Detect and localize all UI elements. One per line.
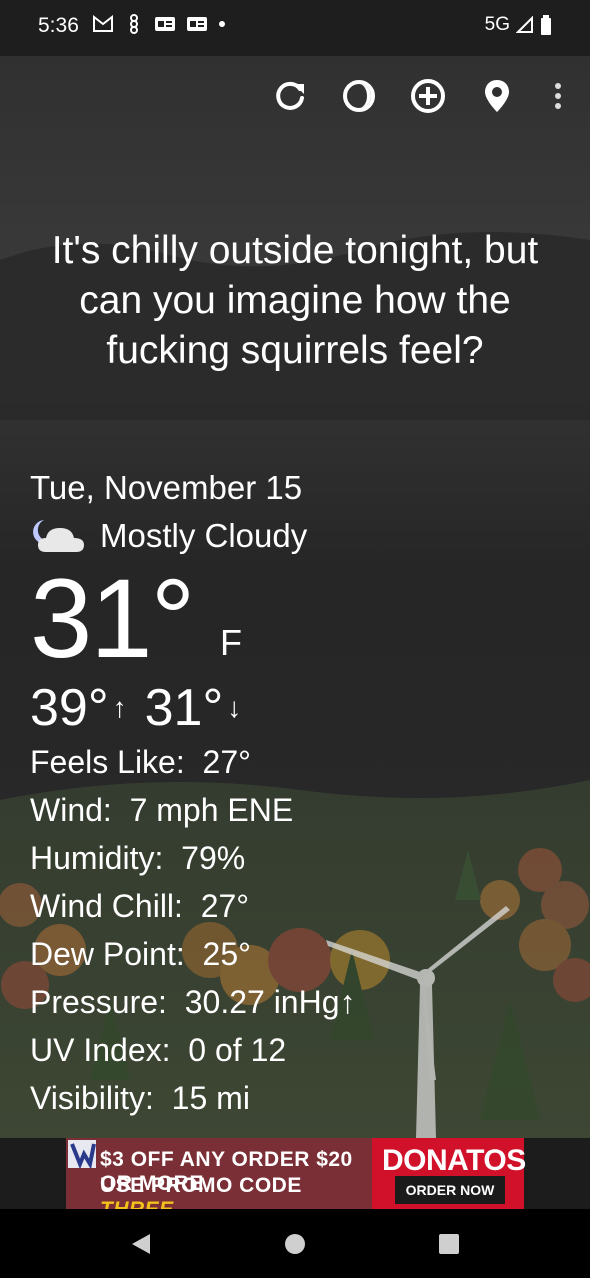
theme-button[interactable] xyxy=(339,76,379,116)
notification-icons xyxy=(92,14,226,34)
detail-value: 0 of 12 xyxy=(188,1032,287,1068)
high-low-row: 39° ↑ 31° ↓ xyxy=(30,678,570,738)
current-temperature: 31° xyxy=(30,556,195,681)
detail-value: 15 mi xyxy=(171,1080,250,1116)
weather-details: Feels Like: 27° Wind: 7 mph ENE Humidity… xyxy=(30,738,570,1122)
ad-offer[interactable]: $3 OFF ANY ORDER $20 OR MORE USE PROMO C… xyxy=(66,1138,372,1221)
system-navigation-bar xyxy=(0,1209,590,1278)
refresh-icon xyxy=(276,81,304,110)
mostly-cloudy-night-icon xyxy=(33,520,84,552)
ad-order-now-button[interactable]: ORDER NOW xyxy=(395,1176,505,1204)
gmail-icon xyxy=(93,15,113,32)
status-right: 5G xyxy=(485,14,552,36)
low-temperature: 31° xyxy=(144,679,224,737)
arrow-down-icon: ↓ xyxy=(227,692,242,723)
detail-value: 25° xyxy=(202,936,251,972)
location-button[interactable] xyxy=(477,76,517,116)
high-temperature: 39° xyxy=(30,679,109,737)
news-icon xyxy=(155,17,175,31)
detail-value: 79% xyxy=(181,840,246,876)
location-pin-icon xyxy=(485,80,509,112)
pinwheel-icon xyxy=(130,14,138,34)
news-icon-2 xyxy=(187,17,207,31)
status-time: 5:36 xyxy=(38,14,79,37)
app-toolbar xyxy=(0,56,590,136)
detail-feels-like: Feels Like: 27° xyxy=(30,738,570,786)
detail-wind-chill: Wind Chill: 27° xyxy=(30,882,570,930)
theme-icon xyxy=(343,80,375,112)
detail-label: Dew Point: xyxy=(30,936,185,972)
ad-brand-logo: DONATOS xyxy=(382,1144,526,1177)
condition-row: Mostly Cloudy xyxy=(30,512,570,560)
nav-home-button[interactable] xyxy=(278,1227,312,1261)
nav-recents-button[interactable] xyxy=(432,1227,466,1261)
detail-visibility: Visibility: 15 mi xyxy=(30,1074,570,1122)
detail-label: Wind: xyxy=(30,792,112,828)
battery-icon xyxy=(541,15,551,35)
ad-brand-panel[interactable]: DONATOS ORDER NOW xyxy=(372,1138,526,1209)
network-type: 5G xyxy=(484,14,510,35)
add-location-button[interactable] xyxy=(408,76,448,116)
detail-label: Visibility: xyxy=(30,1080,154,1116)
current-temp-row: 31° F xyxy=(30,560,570,678)
detail-humidity: Humidity: 79% xyxy=(30,834,570,882)
detail-label: Humidity: xyxy=(30,840,164,876)
home-icon xyxy=(285,1234,305,1254)
detail-uv-index: UV Index: 0 of 12 xyxy=(30,1026,570,1074)
add-location-icon xyxy=(411,79,445,113)
detail-dew-point: Dew Point: 25° xyxy=(30,930,570,978)
condition-text: Mostly Cloudy xyxy=(100,517,308,554)
nav-back-button[interactable] xyxy=(124,1227,158,1261)
detail-wind: Wind: 7 mph ENE xyxy=(30,786,570,834)
weather-headline: It's chilly outside tonight, but can you… xyxy=(51,229,539,372)
detail-value: 27° xyxy=(202,744,251,780)
status-bar: 5:36 5G xyxy=(0,0,590,56)
back-icon xyxy=(132,1234,150,1254)
forecast-date: Tue, November 15 xyxy=(30,469,303,506)
arrow-up-icon: ↑ xyxy=(112,692,127,723)
ad-promo-prefix: USE PROMO CODE xyxy=(100,1174,302,1197)
more-button[interactable] xyxy=(538,76,578,116)
ad-choices-icon xyxy=(68,1140,96,1168)
detail-label: UV Index: xyxy=(30,1032,171,1068)
detail-value: 30.27 inHg↑ xyxy=(184,984,356,1020)
refresh-button[interactable] xyxy=(270,76,310,116)
temperature-unit: F xyxy=(220,622,242,663)
detail-label: Wind Chill: xyxy=(30,888,183,924)
recents-icon xyxy=(439,1234,459,1254)
signal-icon xyxy=(516,16,533,33)
detail-pressure: Pressure: 30.27 inHg↑ xyxy=(30,978,570,1026)
detail-value: 7 mph ENE xyxy=(129,792,294,828)
weather-summary: Tue, November 15 Mostly Cloudy 31° F 39°… xyxy=(30,464,570,1122)
detail-value: 27° xyxy=(200,888,250,924)
detail-label: Pressure: xyxy=(30,984,167,1020)
ad-banner[interactable]: $3 OFF ANY ORDER $20 OR MORE USE PROMO C… xyxy=(66,1138,526,1221)
detail-label: Feels Like: xyxy=(30,744,185,780)
more-vert-icon xyxy=(555,83,561,109)
dot-icon xyxy=(219,21,225,27)
